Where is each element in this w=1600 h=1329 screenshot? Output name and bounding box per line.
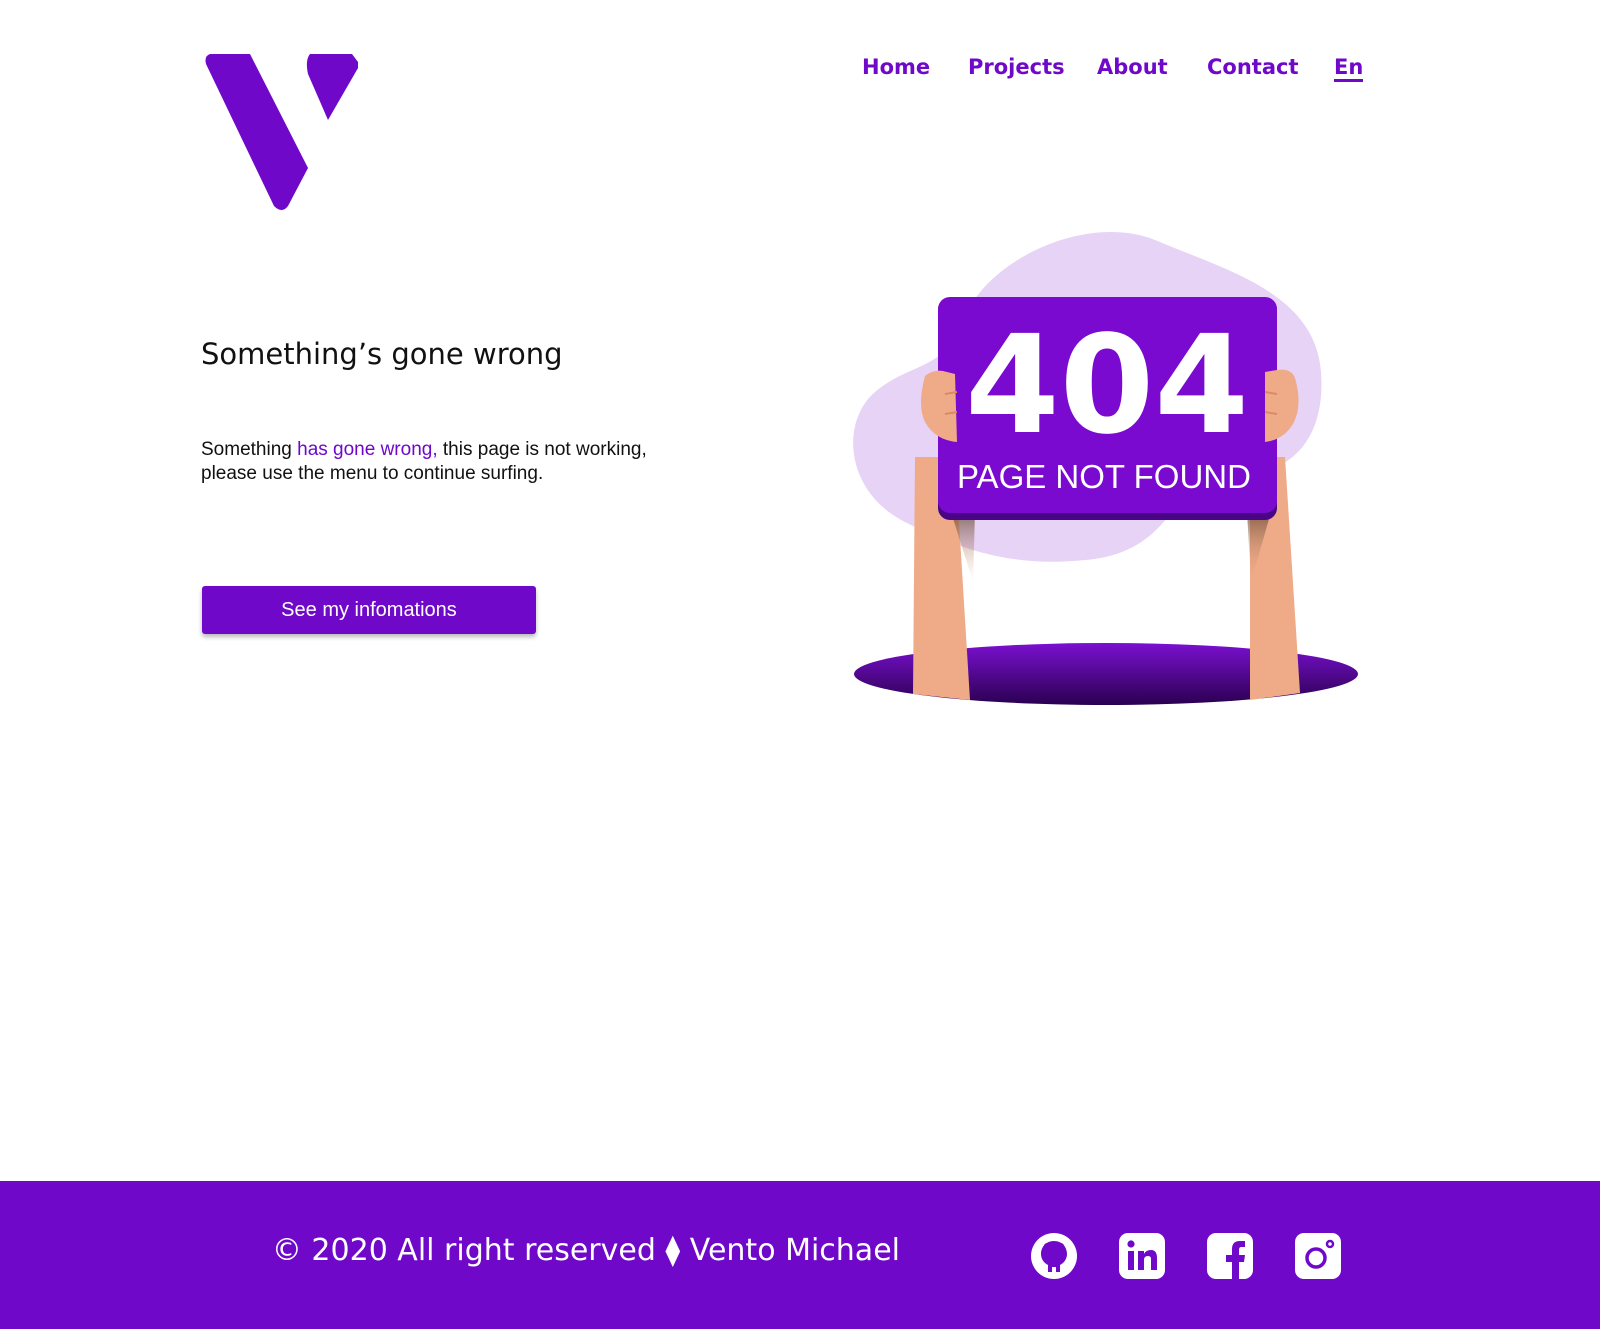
instagram-icon[interactable] [1294,1232,1342,1280]
error-code: 404 [965,307,1249,465]
page-title: Something’s gone wrong [201,337,563,371]
nav-home[interactable]: Home [862,55,930,79]
see-informations-button[interactable]: See my infomations [202,586,536,634]
description-highlight: has gone wrong, [297,439,438,460]
facebook-icon[interactable] [1206,1232,1254,1280]
nav-language[interactable]: En [1334,55,1364,82]
copyright-text: © 2020 All right reserved ⧫ Vento Michae… [271,1233,900,1268]
404-illustration: 404 PAGE NOT FOUND [853,231,1358,705]
description-text-start: Something [201,439,298,460]
error-description: Something has gone wrong, this page is n… [201,438,681,486]
linkedin-icon[interactable] [1118,1232,1166,1280]
error-caption: PAGE NOT FOUND [957,458,1251,495]
nav-contact[interactable]: Contact [1207,55,1299,79]
nav-projects[interactable]: Projects [968,55,1065,79]
footer: © 2020 All right reserved ⧫ Vento Michae… [0,1181,1600,1329]
github-icon[interactable] [1030,1232,1078,1280]
nav-about[interactable]: About [1097,55,1168,79]
logo[interactable] [204,54,360,212]
